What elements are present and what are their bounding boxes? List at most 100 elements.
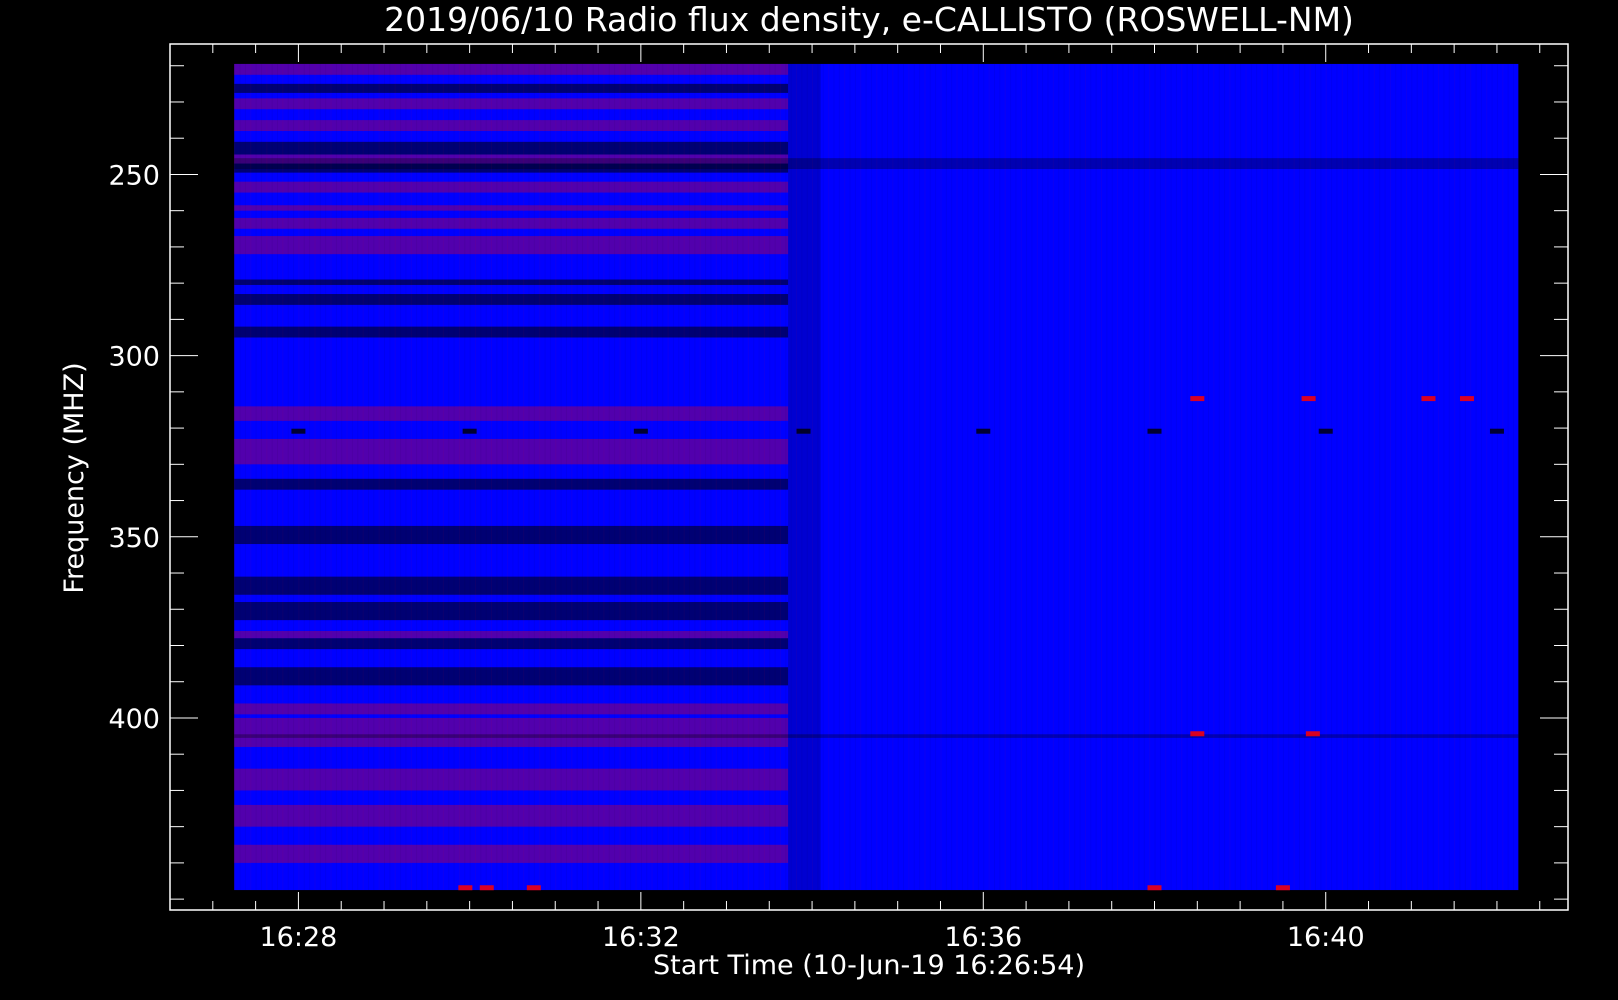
noise-stripe (833, 63, 835, 891)
noise-stripe (672, 63, 674, 891)
noise-stripe (1384, 63, 1386, 891)
noise-stripe (1282, 63, 1284, 891)
noise-stripe (817, 63, 819, 891)
noise-stripe (378, 63, 380, 891)
noise-stripe (1250, 63, 1252, 891)
noise-stripe (1272, 63, 1274, 891)
noise-stripe (1363, 63, 1365, 891)
noise-stripe (587, 63, 589, 891)
spectral-band (234, 120, 789, 131)
spectrogram-image (234, 63, 1519, 891)
noise-stripe (581, 63, 583, 891)
noise-stripe (244, 63, 246, 891)
noise-stripe (763, 63, 765, 891)
noise-stripe (1042, 63, 1044, 891)
noise-stripe (940, 63, 942, 891)
noise-stripe (1277, 63, 1279, 891)
signal-spot (291, 428, 306, 434)
noise-stripe (367, 63, 369, 891)
noise-stripe (426, 63, 428, 891)
noise-stripe (1422, 63, 1424, 891)
noise-stripe (1496, 63, 1498, 891)
noise-stripe (1095, 63, 1097, 891)
noise-stripe (988, 63, 990, 891)
noise-stripe (598, 63, 600, 891)
noise-stripe (1293, 63, 1295, 891)
noise-stripe (1507, 63, 1509, 891)
y-tick-label: 350 (108, 523, 160, 554)
noise-stripe (715, 63, 717, 891)
noise-stripe (1389, 63, 1391, 891)
x-tick-label: 16:32 (602, 922, 680, 953)
noise-stripe (742, 63, 744, 891)
noise-stripe (892, 63, 894, 891)
noise-stripe (485, 63, 487, 891)
noise-stripe (999, 63, 1001, 891)
noise-stripe (234, 63, 236, 891)
noise-stripe (1502, 63, 1504, 891)
spectral-band (234, 406, 789, 421)
spectral-band (234, 638, 789, 650)
spectrogram-chart: 2019/06/10 Radio flux density, e-CALLIST… (0, 0, 1618, 1000)
noise-stripe (1197, 63, 1199, 891)
y-tick-label: 250 (108, 160, 160, 191)
noise-stripe (1026, 63, 1028, 891)
noise-stripe (1234, 63, 1236, 891)
noise-stripe (796, 63, 798, 891)
noise-stripe (533, 63, 535, 891)
x-axis-label: Start Time (10-Jun-19 16:26:54) (653, 950, 1085, 981)
spectral-band (234, 438, 789, 465)
noise-stripe (330, 63, 332, 891)
noise-stripe (694, 63, 696, 891)
noise-stripe (239, 63, 241, 891)
noise-stripe (260, 63, 262, 891)
noise-stripe (753, 63, 755, 891)
noise-stripe (785, 63, 787, 891)
noise-stripe (806, 63, 808, 891)
spectral-band (234, 63, 789, 75)
noise-stripe (442, 63, 444, 891)
noise-stripe (801, 63, 803, 891)
noise-stripe (1181, 63, 1183, 891)
noise-stripe (667, 63, 669, 891)
noise-stripe (512, 63, 514, 891)
noise-stripe (822, 63, 824, 891)
noise-stripe (571, 63, 573, 891)
y-tick-label: 300 (108, 342, 160, 373)
noise-stripe (935, 63, 937, 891)
signal-spot (1318, 428, 1333, 434)
noise-stripe (458, 63, 460, 891)
noise-stripe (271, 63, 273, 891)
noise-stripe (1175, 63, 1177, 891)
signal-spot (1421, 396, 1436, 402)
noise-stripe (1208, 63, 1210, 891)
y-tick-label: 400 (108, 704, 160, 735)
noise-stripe (977, 63, 979, 891)
noise-stripe (325, 63, 327, 891)
noise-stripe (1315, 63, 1317, 891)
noise-stripe (576, 63, 578, 891)
noise-stripe (255, 63, 257, 891)
noise-stripe (1090, 63, 1092, 891)
noise-stripe (1058, 63, 1060, 891)
spectral-band (234, 768, 789, 791)
noise-stripe (507, 63, 509, 891)
noise-stripe (849, 63, 851, 891)
noise-stripe (1464, 63, 1466, 891)
signal-spot (1459, 396, 1474, 402)
noise-stripe (1068, 63, 1070, 891)
noise-stripe (1512, 63, 1514, 891)
spectral-band (234, 602, 789, 621)
noise-stripe (1373, 63, 1375, 891)
noise-stripe (699, 63, 701, 891)
noise-stripe (501, 63, 503, 891)
noise-stripe (1448, 63, 1450, 891)
noise-stripe (747, 63, 749, 891)
noise-stripe (517, 63, 519, 891)
noise-stripe (565, 63, 567, 891)
noise-stripe (357, 63, 359, 891)
noise-stripe (1352, 63, 1354, 891)
noise-stripe (560, 63, 562, 891)
noise-stripe (956, 63, 958, 891)
spectral-band (234, 83, 789, 93)
